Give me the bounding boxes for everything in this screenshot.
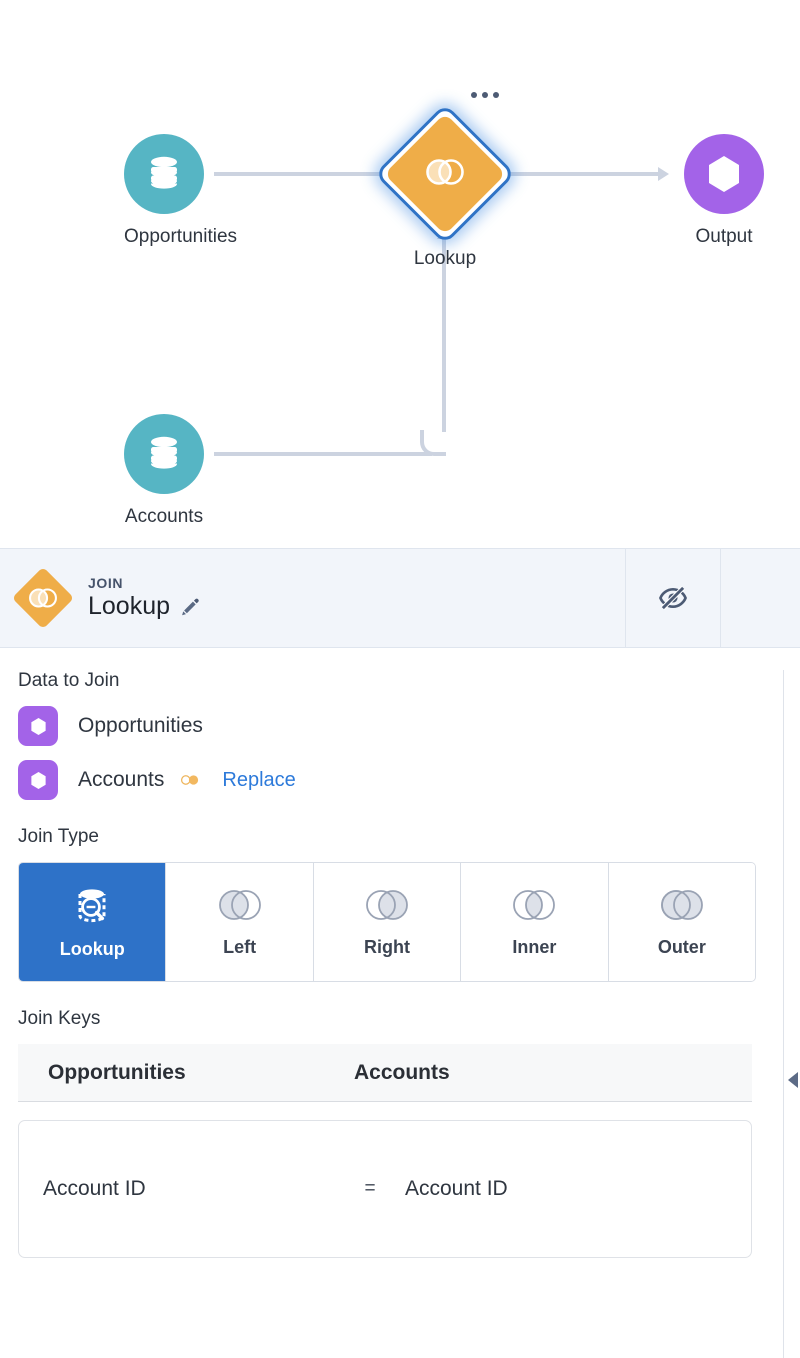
join-type-option-label: Right xyxy=(364,936,410,957)
database-search-icon xyxy=(72,885,112,925)
join-keys-column-header: Opportunities xyxy=(48,1060,186,1084)
join-type-option-label: Inner xyxy=(512,936,557,957)
panel-right-divider xyxy=(783,670,784,1358)
join-venn-icon xyxy=(422,156,468,193)
config-panel-identity: JOIN Lookup xyxy=(0,549,625,647)
join-indicator-icon xyxy=(178,773,202,787)
edge-lookup-to-output xyxy=(502,172,662,176)
join-keys-header-row: Opportunities Accounts xyxy=(18,1044,752,1102)
hexagon-icon xyxy=(684,134,764,214)
join-key-operator: = xyxy=(364,1178,376,1199)
join-venn-icon xyxy=(11,566,75,630)
join-keys-label: Join Keys xyxy=(18,1008,101,1029)
venn-outer-icon xyxy=(656,887,708,923)
edge-accounts-corner xyxy=(420,430,446,456)
join-type-label: Join Type xyxy=(18,826,99,847)
join-key-row[interactable]: Account ID = Account ID xyxy=(18,1120,752,1258)
eye-slash-icon xyxy=(657,582,689,614)
canvas-node-label: Opportunities xyxy=(124,226,238,247)
canvas-node-label: Output xyxy=(695,226,753,247)
join-type-option-right[interactable]: Right xyxy=(313,863,462,981)
config-panel-header: JOIN Lookup xyxy=(0,548,800,648)
join-type-option-label: Outer xyxy=(657,936,706,957)
data-source-name: Accounts xyxy=(78,768,165,791)
join-type-option-inner[interactable]: Inner xyxy=(461,863,609,981)
data-to-join-item-accounts[interactable]: Accounts Replace xyxy=(18,760,800,800)
data-to-join-item-opportunities[interactable]: Opportunities xyxy=(18,706,800,746)
node-title: Lookup xyxy=(88,592,171,620)
join-keys-column-header: Accounts xyxy=(354,1060,450,1084)
replace-link[interactable]: Replace xyxy=(222,769,295,792)
edge-accounts-horizontal xyxy=(214,452,432,456)
join-type-option-label: Left xyxy=(223,936,257,957)
venn-left-icon xyxy=(214,887,266,923)
venn-right-icon xyxy=(361,887,413,923)
node-kind-label: JOIN xyxy=(88,575,124,591)
hide-preview-button[interactable] xyxy=(625,549,720,647)
flow-canvas[interactable]: Opportunities Accounts Lookup Output xyxy=(0,0,800,548)
venn-inner-icon xyxy=(508,887,560,923)
more-options-icon[interactable] xyxy=(471,92,499,98)
join-type-selector[interactable]: Lookup Left Right Inner Outer xyxy=(18,862,756,982)
join-type-option-lookup[interactable]: Lookup xyxy=(19,863,167,981)
edge-opportunities-to-lookup xyxy=(214,172,386,176)
canvas-node-output[interactable]: Output xyxy=(684,134,764,248)
data-to-join-label: Data to Join xyxy=(18,670,120,691)
hexagon-icon xyxy=(18,706,58,746)
config-panel-body: Data to Join Opportunities Accounts Repl… xyxy=(0,670,800,1358)
database-icon xyxy=(124,134,204,214)
database-icon xyxy=(124,414,204,494)
collapse-panel-button[interactable] xyxy=(788,1072,798,1088)
join-type-option-left[interactable]: Left xyxy=(166,863,314,981)
join-key-left-field[interactable]: Account ID xyxy=(43,1177,146,1200)
join-key-right-field[interactable]: Account ID xyxy=(405,1177,508,1200)
join-type-option-label: Lookup xyxy=(59,938,125,959)
hexagon-icon xyxy=(18,760,58,800)
pencil-icon[interactable] xyxy=(179,596,201,618)
canvas-node-opportunities[interactable]: Opportunities xyxy=(124,134,237,248)
edge-arrowhead-output-in xyxy=(658,167,669,181)
canvas-node-label: Lookup xyxy=(413,248,477,269)
canvas-node-lookup[interactable]: Lookup xyxy=(374,103,516,270)
join-type-option-outer[interactable]: Outer xyxy=(608,863,755,981)
canvas-node-label: Accounts xyxy=(124,506,204,527)
canvas-node-accounts[interactable]: Accounts xyxy=(124,414,204,528)
data-source-name: Opportunities xyxy=(78,714,203,737)
header-overflow-slot xyxy=(720,549,800,647)
